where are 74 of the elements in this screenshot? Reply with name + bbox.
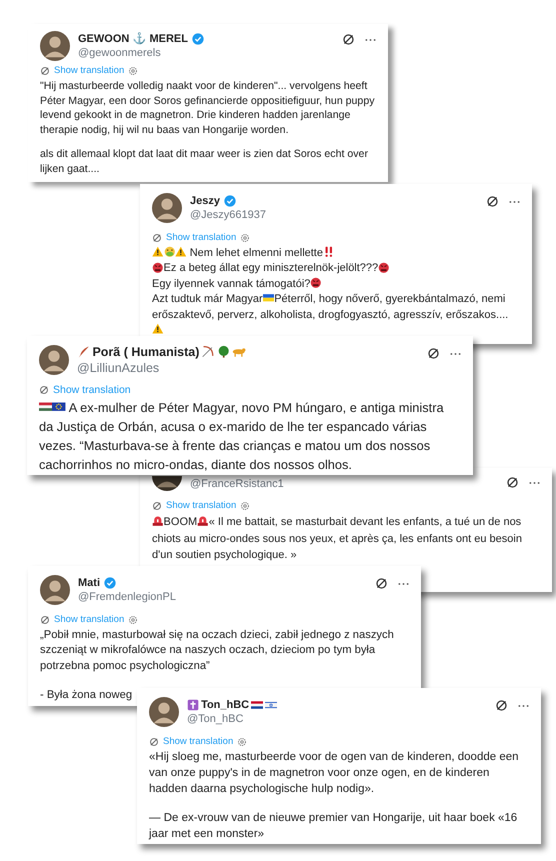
- slashed-circle-icon: [149, 737, 159, 747]
- warning-icon: [175, 246, 187, 258]
- settings-icon[interactable]: [128, 66, 138, 76]
- slashed-circle-icon[interactable]: [375, 577, 388, 590]
- show-translation-link[interactable]: Show translation: [163, 736, 234, 748]
- author-handle[interactable]: @Ton_hBC: [187, 712, 487, 726]
- exclamation-icon: [322, 246, 335, 258]
- cross-icon: [187, 698, 200, 712]
- show-translation-link[interactable]: Show translation: [54, 65, 124, 77]
- post-text: — De ex-vrouw van de nieuwe premier van Hongarije, uit haar boek «16 jaar met een monster»: [149, 811, 518, 842]
- slashed-circle-icon: [39, 385, 49, 395]
- more-icon[interactable]: [398, 582, 409, 586]
- slashed-circle-icon[interactable]: [495, 699, 508, 712]
- post-text: "Hij masturbeerde volledig naakt voor de kinderen"... vervolgens heeft Péter Magyar, een door Soros gefinancierde oppositiefiguur, hun puppy levend gekookt in de magnetron. Drie kinderen hadden jarenlange therapie nodig, hij wil nu baas van Hongarije worden.: [40, 79, 376, 137]
- avatar[interactable]: [39, 345, 69, 375]
- author-name[interactable]: Ton_hBC: [201, 698, 250, 712]
- slashed-circle-icon[interactable]: [427, 347, 440, 360]
- settings-icon[interactable]: [240, 501, 250, 511]
- more-icon[interactable]: [529, 480, 540, 484]
- more-icon[interactable]: [509, 200, 520, 204]
- author-handle[interactable]: @FremdenlegionPL: [78, 590, 367, 604]
- avatar[interactable]: [40, 31, 70, 61]
- show-translation-link[interactable]: Show translation: [53, 384, 131, 396]
- siren-icon: [152, 515, 164, 527]
- angry-face-icon: [378, 262, 390, 274]
- slashed-circle-icon[interactable]: [486, 195, 499, 208]
- sick-face-icon: [164, 246, 176, 258]
- author-handle[interactable]: @FranceRsistanc1: [190, 477, 498, 491]
- flag-icon: [39, 400, 52, 414]
- post-text: BOOM « Il me battait, se masturbait devant les enfants, a tué un de nos chiots au micro-ondes sous nos yeux, et après ça, les enfants ont eu besoin d'un soutien psychologique. »: [152, 514, 523, 563]
- avatar[interactable]: [40, 575, 70, 605]
- author-handle[interactable]: @LilliunAzules: [77, 360, 419, 376]
- flag-icon: [251, 698, 264, 712]
- tree-icon: [216, 345, 230, 359]
- warning-icon: [152, 323, 164, 335]
- author-name[interactable]: GEWOON ⚓ MEREL: [78, 32, 188, 46]
- post-text: A ex-mulher de Péter Magyar, novo PM húngaro, e antiga ministra da Justiça de Orbán, acusa o ex-marido de lhe ter espancado várias vezes. “Masturbava-se à frente das crianças e matou um dos nossos cachorrinhos no micro-ondas, diante dos nossos olhos.: [39, 399, 445, 474]
- feather-icon: [77, 345, 90, 359]
- author-name[interactable]: Jeszy: [190, 194, 220, 208]
- flag-icon: [265, 698, 278, 712]
- angry-face-icon: [310, 276, 322, 288]
- more-icon[interactable]: [450, 352, 461, 356]
- slashed-circle-icon: [40, 66, 50, 76]
- show-translation-link[interactable]: Show translation: [166, 500, 236, 512]
- post-text: «Hij sloeg me, masturbeerde voor de ogen van de kinderen, doodde een van onze puppy's in de magnetron voor onze ogen, en de kinderen hadden daarna psychologische hulp nodig».: [149, 750, 520, 797]
- avatar[interactable]: [152, 193, 182, 223]
- slashed-circle-icon[interactable]: [342, 33, 355, 46]
- show-translation-link[interactable]: Show translation: [166, 232, 236, 244]
- post-text: „Pobił mnie, masturbował się na oczach dzieci, zabił jednego z naszych szczeniąt w mikrofalówce na naszych oczach, dzieciom po tym była potrzebna pomoc psychologiczna”: [40, 628, 395, 674]
- settings-icon[interactable]: [240, 233, 250, 243]
- author-handle[interactable]: @gewoonmerels: [78, 46, 334, 60]
- author-handle[interactable]: @Jeszy661937: [190, 208, 478, 222]
- settings-icon[interactable]: [237, 737, 248, 747]
- author-name[interactable]: Porã ( Humanista): [92, 344, 200, 360]
- slashed-circle-icon: [40, 615, 50, 625]
- slashed-circle-icon: [152, 233, 162, 243]
- angry-face-icon: [152, 262, 164, 274]
- slashed-circle-icon[interactable]: [506, 476, 519, 489]
- settings-icon[interactable]: [128, 615, 138, 625]
- author-name[interactable]: Mati: [78, 576, 100, 590]
- show-translation-link[interactable]: Show translation: [54, 614, 124, 626]
- siren-icon: [197, 515, 209, 527]
- avatar[interactable]: [152, 476, 182, 491]
- post-text: Nem lehet elmenni mellette Ez a beteg állat egy miniszterelnök-jelölt??? Egy ilyennek vannak támogatói? Azt tudtuk már Magyar Péterről, hogy nőverő, gyerekbántalmazó, nemi erőszaktevő, perverz, alkoholista, drogfogyasztó, agresszív, erőszakos....: [152, 246, 520, 338]
- flag-icon: [262, 292, 274, 304]
- slashed-circle-icon: [152, 501, 162, 511]
- bow-arrow-icon: [201, 345, 215, 359]
- more-icon[interactable]: [518, 704, 529, 708]
- flag-icon: [52, 400, 66, 414]
- more-icon[interactable]: [365, 38, 376, 42]
- avatar[interactable]: [149, 697, 179, 727]
- post-text: als dit allemaal klopt dat laat dit maar weer is zien dat Soros echt over lijken gaat....: [40, 147, 369, 176]
- post-text: - Była żona noweg: [40, 688, 134, 704]
- warning-icon: [152, 246, 164, 258]
